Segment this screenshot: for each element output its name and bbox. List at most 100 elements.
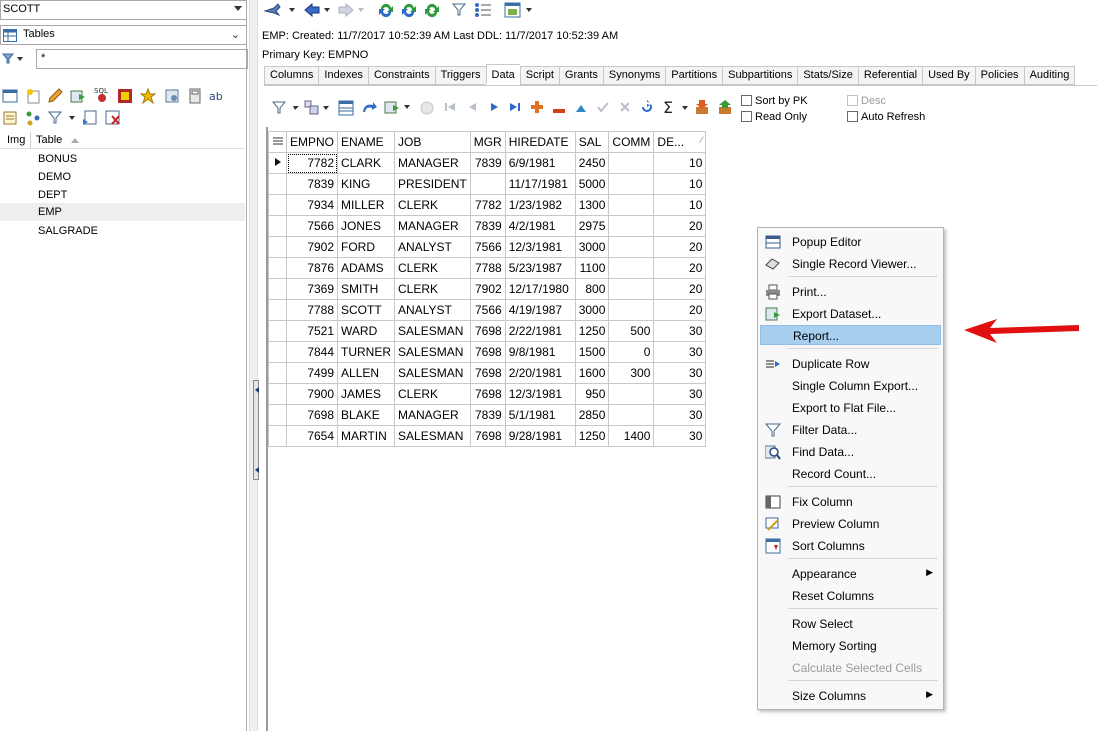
cell-de-[interactable]: 10 bbox=[653, 152, 707, 174]
cell-job[interactable]: PRESIDENT bbox=[394, 173, 471, 195]
cell-job[interactable]: SALESMAN bbox=[394, 362, 471, 384]
cell-hiredate[interactable]: 2/20/1981 bbox=[504, 362, 576, 384]
compile-icon[interactable] bbox=[117, 88, 133, 104]
cell-sal[interactable]: 2450 bbox=[574, 152, 610, 174]
cell-job[interactable]: SALESMAN bbox=[394, 320, 471, 342]
menu-item-preview-column[interactable]: Preview Column bbox=[760, 514, 941, 534]
cell-comm[interactable]: 300 bbox=[608, 362, 655, 384]
cell-comm[interactable] bbox=[608, 215, 655, 237]
script-icon[interactable] bbox=[2, 110, 18, 126]
cell-comm[interactable]: 500 bbox=[608, 320, 655, 342]
cell-empno[interactable]: 7844 bbox=[285, 341, 339, 363]
column-header-ename[interactable]: ENAME bbox=[337, 131, 396, 153]
cell-mgr[interactable]: 7839 bbox=[469, 404, 506, 426]
menu-item-record-count[interactable]: Record Count... bbox=[760, 464, 941, 484]
cell-sal[interactable]: 3000 bbox=[574, 299, 610, 321]
cell-hiredate[interactable]: 2/22/1981 bbox=[504, 320, 576, 342]
properties-icon[interactable] bbox=[164, 88, 180, 104]
forward-arrow-icon[interactable] bbox=[338, 2, 366, 20]
tab-constraints[interactable]: Constraints bbox=[367, 66, 435, 85]
edit-up-icon[interactable] bbox=[575, 102, 587, 116]
cell-job[interactable]: ANALYST bbox=[394, 236, 471, 258]
menu-item-find-data[interactable]: Find Data... bbox=[760, 442, 941, 462]
cell-sal[interactable]: 2850 bbox=[574, 404, 610, 426]
table-row[interactable]: 7839 KING PRESIDENT 11/17/1981 5000 10 bbox=[268, 173, 707, 195]
checkbox-box[interactable] bbox=[847, 111, 858, 122]
row-indicator[interactable] bbox=[268, 362, 287, 384]
cell-job[interactable]: MANAGER bbox=[394, 152, 471, 174]
cell-job[interactable]: SALESMAN bbox=[394, 425, 471, 447]
checkbox-box[interactable] bbox=[741, 95, 752, 106]
sql-icon[interactable]: SQL bbox=[94, 86, 110, 102]
cell-de-[interactable]: 10 bbox=[653, 194, 707, 216]
funnel-icon[interactable] bbox=[451, 3, 468, 20]
menu-item-print[interactable]: Print... bbox=[760, 282, 941, 302]
tab-subpartitions[interactable]: Subpartitions bbox=[722, 66, 798, 85]
row-indicator[interactable] bbox=[268, 425, 287, 447]
tab-auditing[interactable]: Auditing bbox=[1023, 66, 1076, 85]
cell-empno[interactable]: 7369 bbox=[285, 278, 339, 300]
export-data-icon[interactable] bbox=[70, 88, 86, 104]
cell-comm[interactable] bbox=[608, 257, 655, 279]
delete-record-icon[interactable] bbox=[553, 104, 565, 118]
cell-comm[interactable] bbox=[608, 299, 655, 321]
cell-mgr[interactable]: 7698 bbox=[469, 425, 506, 447]
edit-pencil-icon[interactable] bbox=[47, 88, 63, 104]
cell-job[interactable]: SALESMAN bbox=[394, 341, 471, 363]
cell-sal[interactable]: 1300 bbox=[574, 194, 610, 216]
cell-empno[interactable]: 7788 bbox=[285, 299, 339, 321]
cell-sal[interactable]: 3000 bbox=[574, 236, 610, 258]
tab-partitions[interactable]: Partitions bbox=[665, 66, 723, 85]
cell-de-[interactable]: 20 bbox=[653, 215, 707, 237]
cell-ename[interactable]: KING bbox=[337, 173, 396, 195]
row-indicator[interactable] bbox=[268, 299, 287, 321]
table-row[interactable]: 7566 JONES MANAGER 7839 4/2/1981 2975 20 bbox=[268, 215, 707, 237]
cell-de-[interactable]: 30 bbox=[653, 362, 707, 384]
cell-mgr[interactable]: 7782 bbox=[469, 194, 506, 216]
cell-comm[interactable]: 0 bbox=[608, 341, 655, 363]
cell-empno[interactable]: 7900 bbox=[285, 383, 339, 405]
tab-grants[interactable]: Grants bbox=[558, 66, 603, 85]
cell-de-[interactable]: 30 bbox=[653, 425, 707, 447]
export-grid-icon[interactable] bbox=[384, 99, 414, 118]
grid-filter-icon[interactable] bbox=[271, 101, 302, 118]
cell-mgr[interactable]: 7566 bbox=[469, 236, 506, 258]
cell-ename[interactable]: ADAMS bbox=[337, 257, 396, 279]
save-data-icon[interactable] bbox=[717, 99, 733, 118]
cell-comm[interactable] bbox=[608, 383, 655, 405]
tab-policies[interactable]: Policies bbox=[974, 66, 1024, 85]
insert-record-icon[interactable] bbox=[531, 101, 543, 116]
cell-de-[interactable]: 30 bbox=[653, 320, 707, 342]
table-row[interactable]: 7934 MILLER CLERK 7782 1/23/1982 1300 10 bbox=[268, 194, 707, 216]
menu-item-export-dataset[interactable]: Export Dataset... bbox=[760, 304, 941, 324]
cell-mgr[interactable]: 7788 bbox=[469, 257, 506, 279]
menu-item-report[interactable]: Report... bbox=[760, 325, 941, 345]
redo-arc-icon[interactable] bbox=[361, 100, 377, 119]
menu-item-appearance[interactable]: Appearance ▶ bbox=[760, 564, 941, 584]
cell-hiredate[interactable]: 1/23/1982 bbox=[504, 194, 576, 216]
cell-ename[interactable]: TURNER bbox=[337, 341, 396, 363]
cell-ename[interactable]: MILLER bbox=[337, 194, 396, 216]
row-indicator[interactable] bbox=[268, 278, 287, 300]
object-list-item-selected[interactable]: EMP bbox=[0, 203, 245, 221]
cell-sal[interactable]: 5000 bbox=[574, 173, 610, 195]
table-row[interactable]: 7782 CLARK MANAGER 7839 6/9/1981 2450 10 bbox=[268, 152, 707, 174]
cell-de-[interactable]: 20 bbox=[653, 299, 707, 321]
object-list-item[interactable]: SALGRADE bbox=[0, 222, 245, 240]
schema-combo[interactable]: SCOTT bbox=[0, 0, 247, 20]
cell-de-[interactable]: 30 bbox=[653, 404, 707, 426]
table-row[interactable]: 7900 JAMES CLERK 7698 12/3/1981 950 30 bbox=[268, 383, 707, 405]
list-options-icon[interactable] bbox=[474, 2, 492, 21]
cancel-x-icon[interactable] bbox=[619, 101, 631, 116]
cell-sal[interactable]: 1250 bbox=[574, 320, 610, 342]
refresh-data-icon[interactable] bbox=[640, 100, 654, 117]
cell-hiredate[interactable]: 4/2/1981 bbox=[504, 215, 576, 237]
auto-refresh-checkbox[interactable]: Auto Refresh bbox=[847, 111, 925, 123]
row-indicator[interactable] bbox=[268, 320, 287, 342]
object-list-item[interactable]: BONUS bbox=[0, 150, 245, 168]
filter-funnel-icon[interactable] bbox=[1, 53, 24, 68]
cell-de-[interactable]: 10 bbox=[653, 173, 707, 195]
rename-ab-icon[interactable]: ab bbox=[209, 88, 229, 104]
row-indicator[interactable] bbox=[268, 341, 287, 363]
tab-data[interactable]: Data bbox=[485, 64, 520, 84]
